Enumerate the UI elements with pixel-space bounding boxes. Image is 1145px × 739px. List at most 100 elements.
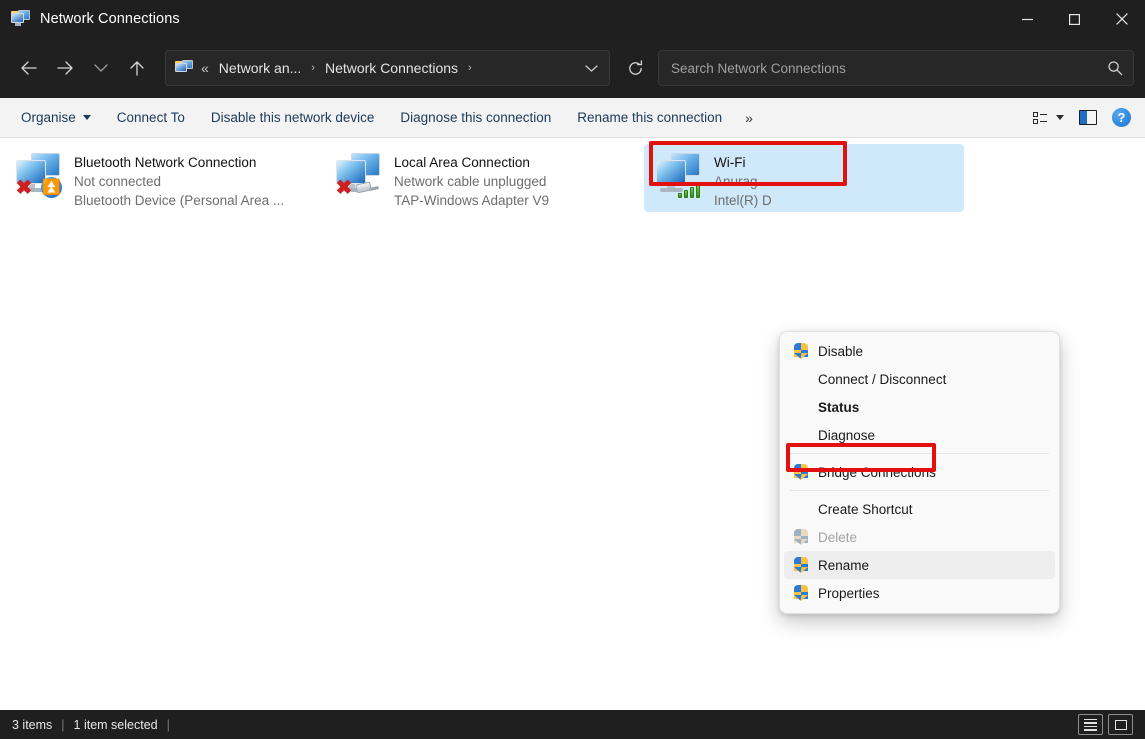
minimize-button[interactable] — [1004, 0, 1051, 38]
toolbar-rename-label: Rename this connection — [577, 110, 722, 125]
breadcrumb-chevron-1[interactable]: › — [463, 62, 477, 74]
unplugged-cable-badge-icon — [354, 180, 380, 196]
context-menu-item-bridge-connections[interactable]: Bridge Connections — [784, 458, 1055, 486]
status-view-buttons — [1078, 714, 1133, 735]
context-menu-item-status[interactable]: Status — [784, 393, 1055, 421]
connection-status: Network cable unplugged — [394, 172, 549, 191]
maximize-button[interactable] — [1051, 0, 1098, 38]
status-divider: | — [61, 718, 64, 732]
connection-name: Wi-Fi — [714, 153, 772, 172]
close-button[interactable] — [1098, 0, 1145, 38]
context-menu-label: Status — [818, 400, 859, 415]
context-menu-label: Create Shortcut — [818, 502, 913, 517]
context-menu-separator — [790, 453, 1049, 454]
chevron-down-icon — [83, 115, 91, 120]
navigation-bar: « Network an... › Network Connections › — [0, 38, 1145, 98]
connection-text-bluetooth: Bluetooth Network Connection Not connect… — [74, 151, 284, 210]
connection-device: TAP-Windows Adapter V9 — [394, 191, 549, 210]
toolbar-diagnose-button[interactable]: Diagnose this connection — [387, 104, 564, 131]
toolbar-connect-to-button[interactable]: Connect To — [104, 104, 198, 131]
selection-count-label: 1 item selected — [74, 718, 158, 732]
connection-status: Not connected — [74, 172, 284, 191]
context-menu-label: Diagnose — [818, 428, 875, 443]
toolbar-disable-device-label: Disable this network device — [211, 110, 375, 125]
connection-device: Intel(R) D — [714, 191, 772, 210]
context-menu-label: Properties — [818, 586, 880, 601]
breadcrumb-chevron-0[interactable]: › — [306, 62, 320, 74]
window-title: Network Connections — [40, 11, 180, 27]
toolbar-disable-device-button[interactable]: Disable this network device — [198, 104, 388, 131]
search-box[interactable] — [658, 50, 1134, 86]
connection-name: Bluetooth Network Connection — [74, 153, 284, 172]
connection-item-wifi[interactable]: Wi-Fi Anurag Intel(R) D — [644, 144, 964, 212]
toolbar-organise-button[interactable]: Organise — [8, 104, 104, 131]
connections-content-area: ✖ ⏫ Bluetooth Network Connection Not con… — [0, 138, 1145, 710]
shield-icon — [794, 557, 818, 573]
address-dropdown-chevron-down-icon[interactable] — [577, 54, 605, 82]
status-divider-trailing: | — [167, 718, 170, 732]
signal-bars-badge-icon — [678, 179, 702, 198]
connection-status: Anurag — [714, 172, 772, 191]
connection-item-local-area[interactable]: ✖ Local Area Connection Network cable un… — [324, 144, 644, 212]
toolbar-rename-button[interactable]: Rename this connection — [564, 104, 735, 131]
toolbar-diagnose-label: Diagnose this connection — [400, 110, 551, 125]
network-connections-icon — [11, 10, 31, 28]
network-adapter-icon: ✖ ⏫ — [14, 151, 66, 201]
address-bar[interactable]: « Network an... › Network Connections › — [165, 50, 610, 86]
network-adapter-icon: ✖ — [334, 151, 386, 201]
forward-button[interactable] — [47, 51, 83, 85]
context-menu-separator — [790, 490, 1049, 491]
help-button[interactable]: ? — [1106, 103, 1137, 133]
shield-icon — [794, 343, 818, 359]
breadcrumb-item-network-and-sharing[interactable]: Network an... — [214, 56, 306, 80]
large-icons-view-icon — [1115, 720, 1127, 730]
breadcrumb-overflow[interactable]: « — [201, 60, 209, 76]
up-button[interactable] — [119, 51, 155, 85]
search-input[interactable] — [671, 61, 1107, 76]
network-adapter-icon — [654, 151, 706, 201]
bluetooth-badge-icon: ⏫ — [41, 177, 62, 198]
status-bar: 3 items | 1 item selected | — [0, 710, 1145, 739]
toolbar-overflow-button[interactable]: » — [735, 104, 763, 132]
error-badge-icon: ✖ — [14, 178, 34, 198]
context-menu-item-connect-disconnect[interactable]: Connect / Disconnect — [784, 365, 1055, 393]
context-menu-label: Delete — [818, 530, 857, 545]
preview-pane-icon — [1079, 110, 1097, 125]
context-menu-item-rename[interactable]: Rename — [784, 551, 1055, 579]
breadcrumb-item-network-connections[interactable]: Network Connections — [320, 56, 463, 80]
title-bar: Network Connections — [0, 0, 1145, 38]
details-view-button[interactable] — [1078, 714, 1103, 735]
breadcrumb-folder-icon — [175, 60, 194, 77]
large-icons-view-button[interactable] — [1108, 714, 1133, 735]
context-menu-label: Rename — [818, 558, 869, 573]
help-icon: ? — [1112, 108, 1131, 127]
refresh-button[interactable] — [618, 51, 652, 85]
toolbar-right-group: ? — [1027, 103, 1137, 133]
preview-pane-button[interactable] — [1073, 103, 1103, 133]
view-options-button[interactable] — [1027, 103, 1070, 133]
toolbar-connect-to-label: Connect To — [117, 110, 185, 125]
connections-list: ✖ ⏫ Bluetooth Network Connection Not con… — [0, 138, 1145, 212]
item-count-label: 3 items — [12, 718, 52, 732]
context-menu-item-diagnose[interactable]: Diagnose — [784, 421, 1055, 449]
connection-text-local-area: Local Area Connection Network cable unpl… — [394, 151, 549, 210]
back-button[interactable] — [11, 51, 47, 85]
view-options-icon — [1033, 112, 1047, 124]
context-menu-item-disable[interactable]: Disable — [784, 337, 1055, 365]
recent-locations-button[interactable] — [83, 51, 119, 85]
context-menu-label: Connect / Disconnect — [818, 372, 946, 387]
connection-name: Local Area Connection — [394, 153, 549, 172]
context-menu-item-create-shortcut[interactable]: Create Shortcut — [784, 495, 1055, 523]
context-menu-item-delete: Delete — [784, 523, 1055, 551]
network-connections-window: Network Connections — [0, 0, 1145, 739]
window-controls — [1004, 0, 1145, 38]
connection-item-bluetooth[interactable]: ✖ ⏫ Bluetooth Network Connection Not con… — [4, 144, 324, 212]
connection-context-menu: Disable Connect / Disconnect Status Diag… — [779, 331, 1060, 614]
connection-text-wifi: Wi-Fi Anurag Intel(R) D — [714, 151, 772, 210]
command-toolbar: Organise Connect To Disable this network… — [0, 98, 1145, 138]
details-view-icon — [1084, 719, 1097, 731]
shield-icon — [794, 464, 818, 480]
connection-device: Bluetooth Device (Personal Area ... — [74, 191, 284, 210]
context-menu-item-properties[interactable]: Properties — [784, 579, 1055, 607]
chevron-down-icon — [1056, 115, 1064, 120]
